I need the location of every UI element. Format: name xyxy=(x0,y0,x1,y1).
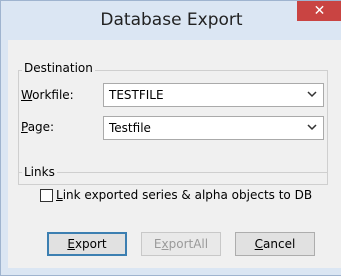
workfile-label: Workfile: xyxy=(21,88,74,102)
export-all-button[interactable]: ExportAll xyxy=(141,232,221,256)
cancel-button[interactable]: Cancel xyxy=(235,232,315,256)
link-objects-checkbox[interactable] xyxy=(40,189,53,202)
page-value: Testfile xyxy=(109,121,151,135)
page-label: Page: xyxy=(21,120,55,134)
page-select[interactable]: Testfile xyxy=(103,116,324,140)
chevron-down-icon xyxy=(307,124,317,131)
workfile-value: TESTFILE xyxy=(109,88,164,102)
links-group-label: Links xyxy=(22,165,57,179)
title-bar[interactable]: Database Export ✕ xyxy=(1,1,341,41)
workfile-select[interactable]: TESTFILE xyxy=(103,83,324,107)
link-objects-label[interactable]: Link exported series & alpha objects to … xyxy=(56,188,312,202)
dialog-client-area: Destination Workfile: TESTFILE Page: Tes… xyxy=(8,40,341,268)
dialog-title: Database Export xyxy=(100,10,243,30)
destination-group-label: Destination xyxy=(22,61,95,75)
export-button[interactable]: Export xyxy=(47,232,127,256)
close-icon: ✕ xyxy=(313,3,326,19)
close-button[interactable]: ✕ xyxy=(297,1,341,21)
chevron-down-icon xyxy=(307,91,317,98)
